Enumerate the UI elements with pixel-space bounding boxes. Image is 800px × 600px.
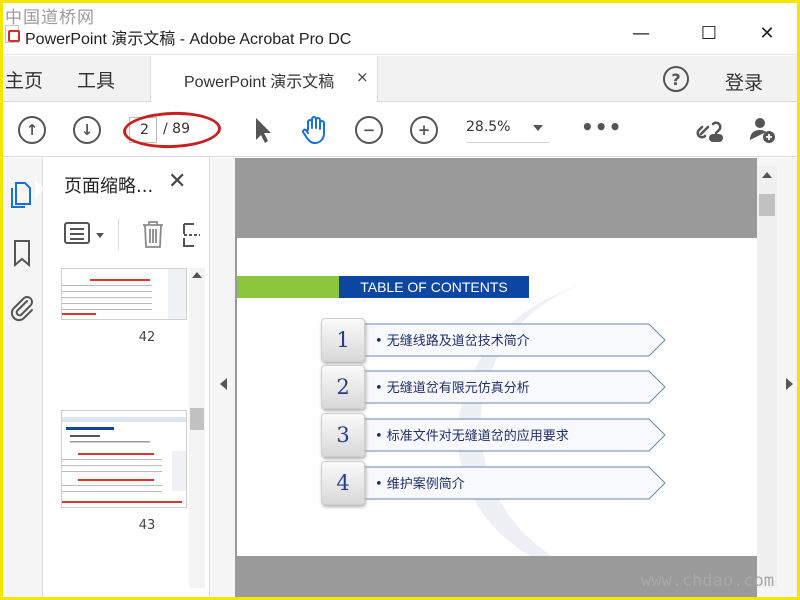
toc-item: 1 • 无缝线路及道岔技术简介 [321,318,671,362]
thumbnail-options-caret-icon[interactable] [96,233,104,238]
select-cursor-icon[interactable] [247,114,279,146]
tab-close-icon[interactable]: × [356,68,369,86]
bookmarks-icon[interactable] [7,238,37,268]
split-page-icon[interactable] [182,220,202,248]
more-tools-icon[interactable]: ••• [581,115,622,139]
thumbnail-page-number: 42 [138,330,156,345]
next-page-icon[interactable]: ↓ [73,116,101,144]
zoom-out-icon[interactable]: − [355,116,383,144]
app-window: 中国道桥网 PowerPoint 演示文稿 - Adobe Acrobat Pr… [3,3,797,597]
document-scrollbar[interactable] [757,166,777,588]
window-title: PowerPoint 演示文稿 - Adobe Acrobat Pro DC [25,31,352,48]
toolbar-divider [118,218,119,250]
thumbnail-options-icon[interactable] [64,222,90,244]
toc-item: 3 • 标准文件对无缝道岔的应用要求 [321,413,671,457]
help-icon[interactable]: ? [663,66,689,92]
thumbnail-43-preview [62,417,186,503]
add-user-icon[interactable] [747,114,779,146]
document-view[interactable]: TABLE OF CONTENTS 1 • 无缝线路及道岔技术简介 2 • 无缝… [211,158,797,597]
tab-document-label: PowerPoint 演示文稿 [184,74,335,91]
zoom-in-icon[interactable]: + [410,116,438,144]
toc-text: • 无缝线路及道岔技术简介 [375,334,530,349]
attachments-icon[interactable] [7,292,37,322]
delete-page-icon[interactable] [140,218,166,250]
tab-home[interactable]: 主页 [5,66,43,93]
thumbnail-scrollbar[interactable] [189,268,205,588]
title-bar: 中国道桥网 PowerPoint 演示文稿 - Adobe Acrobat Pr… [3,3,797,55]
thumbnail-scroll-thumb[interactable] [190,408,204,430]
toc-text: • 无缝道岔有限元仿真分析 [375,381,530,396]
minimize-button[interactable]: — [621,17,661,49]
toc-number: 2 [321,365,365,409]
active-panel-indicator [35,180,44,198]
thumbnail-page-43[interactable] [61,410,187,508]
tab-tools[interactable]: 工具 [77,66,115,93]
maximize-button[interactable]: ☐ [689,17,729,49]
toc-text: • 标准文件对无缝道岔的应用要求 [375,429,569,444]
left-rail [3,158,44,597]
page-thumbnails-icon[interactable] [7,180,37,210]
document-scroll-thumb[interactable] [759,194,775,216]
zoom-select[interactable]: 28.5% [466,119,550,143]
collapse-left-panel-icon[interactable] [220,378,227,390]
expand-right-panel-icon[interactable] [786,378,793,390]
toc-item: 4 • 维护案例简介 [321,461,671,505]
watermark-bottom: www.chdao.com [641,571,775,591]
thumbnail-42-preview [62,269,186,319]
scroll-up-icon[interactable] [192,272,202,278]
scroll-up-icon[interactable] [762,172,772,178]
close-window-button[interactable]: ✕ [747,17,787,49]
prev-page-icon[interactable]: ↑ [18,116,46,144]
toc-number: 4 [321,461,365,505]
acrobat-app-icon [5,25,20,43]
thumbnail-page-number: 43 [138,518,156,533]
thumbnail-panel-title: 页面缩略... [64,176,154,197]
tab-bar: 主页 工具 PowerPoint 演示文稿 × ? 登录 [3,56,797,102]
login-button[interactable]: 登录 [725,68,763,95]
tab-document[interactable]: PowerPoint 演示文稿 × [150,56,378,102]
share-link-icon[interactable] [693,114,725,146]
toc-number: 1 [321,318,365,362]
thumbnail-panel-close-icon[interactable]: ✕ [168,169,186,194]
heading-accent-bar [237,276,339,298]
slide-heading: TABLE OF CONTENTS [339,276,529,298]
hand-tool-icon[interactable] [299,114,331,146]
toc-text: • 维护案例简介 [375,477,465,492]
thumbnail-panel: 页面缩略... ✕ 42 43 [44,158,210,597]
thumbnail-page-42[interactable] [61,268,187,320]
slide-page: TABLE OF CONTENTS 1 • 无缝线路及道岔技术简介 2 • 无缝… [237,238,757,556]
toc-number: 3 [321,413,365,457]
toc-item: 2 • 无缝道岔有限元仿真分析 [321,365,671,409]
toolbar: ↑ ↓ 2 / 89 − + 28.5% ••• [3,103,797,157]
zoom-caret-icon[interactable] [533,125,543,131]
toc-arrow-shape [365,466,666,500]
